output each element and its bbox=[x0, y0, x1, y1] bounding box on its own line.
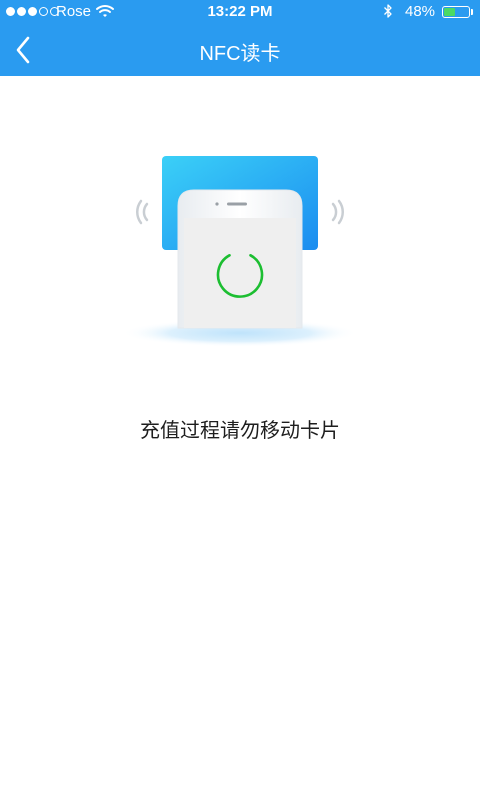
nfc-wave-right bbox=[331, 199, 344, 225]
bluetooth-icon bbox=[383, 3, 393, 23]
battery-tip bbox=[471, 9, 473, 15]
phone-camera bbox=[215, 202, 219, 206]
header: Rose 13:22 PM 48% NFC读卡 bbox=[0, 0, 480, 76]
battery-level bbox=[444, 8, 455, 16]
nfc-wave-left bbox=[136, 199, 149, 225]
battery-percent: 48% bbox=[405, 3, 436, 20]
status-bar: Rose 13:22 PM 48% bbox=[0, 0, 480, 24]
nfc-read-screen: Rose 13:22 PM 48% NFC读卡 充值过程请勿移动卡片 bbox=[0, 0, 480, 800]
page-title: NFC读卡 bbox=[199, 43, 281, 65]
nfc-phone-illustration bbox=[100, 140, 380, 360]
phone-speaker bbox=[227, 202, 247, 206]
instruction-message: 充值过程请勿移动卡片 bbox=[140, 418, 340, 442]
nav-bar: NFC读卡 bbox=[0, 24, 480, 76]
battery-icon bbox=[442, 6, 470, 18]
phone bbox=[177, 189, 303, 329]
